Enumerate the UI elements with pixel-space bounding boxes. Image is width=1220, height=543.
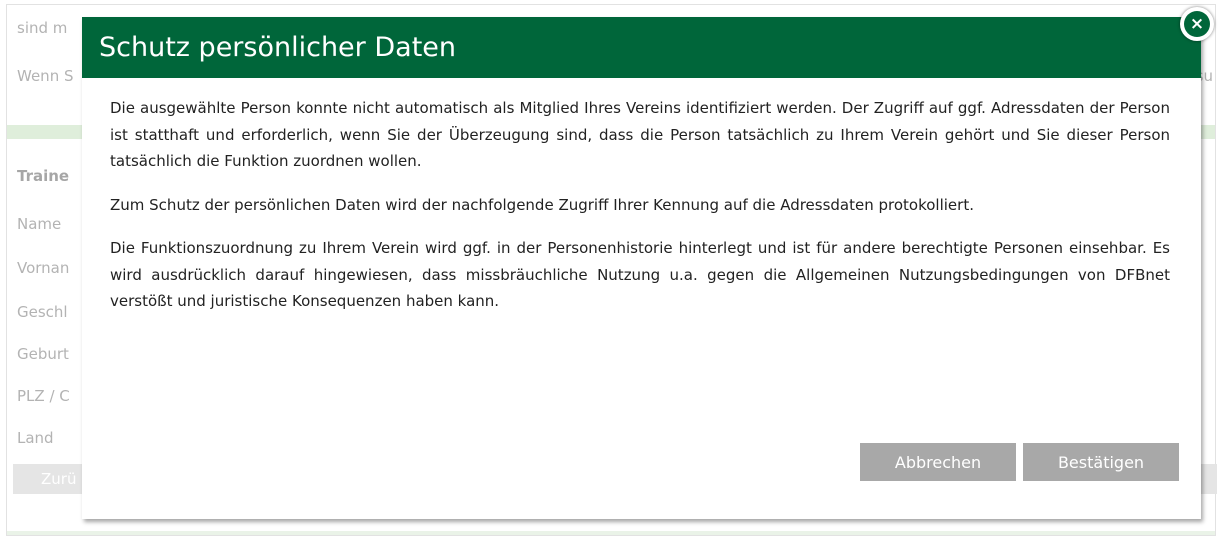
dialog-paragraph: Die Funktionszuordnung zu Ihrem Verein w… <box>110 239 1170 310</box>
confirm-button[interactable]: Bestätigen <box>1023 443 1179 481</box>
dialog-paragraph: Die ausgewählte Person konnte nicht auto… <box>110 99 1170 170</box>
close-icon: × <box>1184 11 1210 37</box>
cancel-button[interactable]: Abbrechen <box>860 443 1016 481</box>
dialog-body: Die ausgewählte Person konnte nicht auto… <box>110 95 1170 332</box>
dialog-paragraph: Zum Schutz der persönlichen Daten wird d… <box>110 195 974 214</box>
dialog-title: Schutz persönlicher Daten <box>99 32 456 63</box>
privacy-dialog: Schutz persönlicher Daten Die ausgewählt… <box>82 17 1201 519</box>
dialog-header: Schutz persönlicher Daten <box>82 17 1201 78</box>
close-button[interactable]: × <box>1180 7 1214 41</box>
